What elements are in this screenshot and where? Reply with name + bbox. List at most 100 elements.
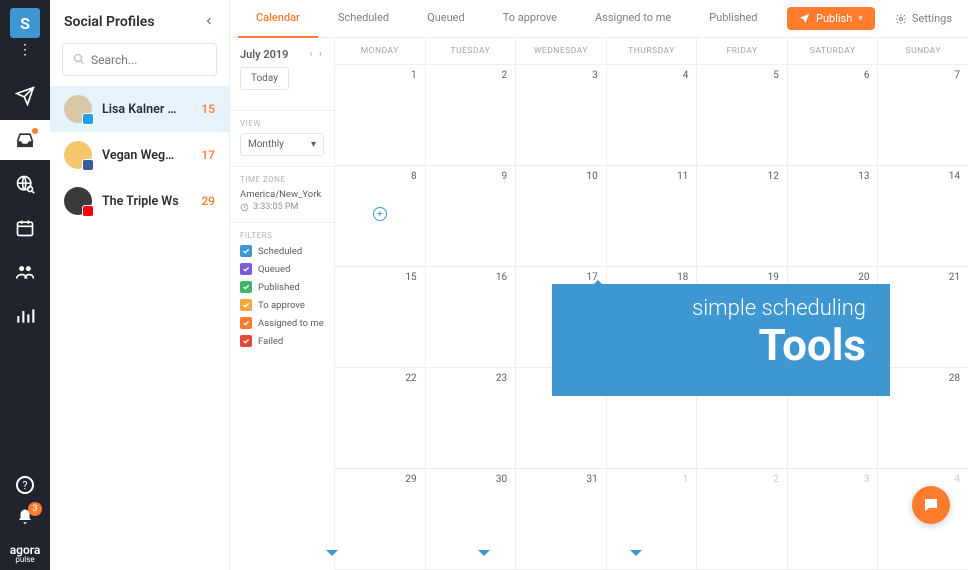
profiles-search[interactable] — [62, 43, 217, 76]
add-post-button[interactable]: + — [373, 207, 387, 221]
main-area: Calendar Scheduled Queued To approve Ass… — [230, 0, 968, 570]
filter-label: Scheduled — [258, 246, 302, 257]
rail-item-fans[interactable] — [0, 252, 50, 292]
filter-toggle[interactable]: Assigned to me — [240, 317, 324, 329]
tab-calendar[interactable]: Calendar — [238, 0, 318, 38]
calendar-day[interactable]: 24 — [516, 368, 607, 468]
calendar-day[interactable]: 20 — [788, 267, 879, 367]
notifications-button[interactable]: 3 — [16, 508, 34, 530]
calendar-day[interactable]: 15 — [335, 267, 426, 367]
day-number: 29 — [343, 474, 417, 485]
prev-month-button[interactable]: ‹ — [307, 49, 314, 60]
calendar-day[interactable]: 27 — [788, 368, 879, 468]
calendar-day[interactable]: 3 — [516, 65, 607, 165]
chat-launcher[interactable] — [912, 486, 950, 524]
day-header: THURSDAY — [607, 38, 698, 64]
filter-toggle[interactable]: To approve — [240, 299, 324, 311]
filter-toggle[interactable]: Failed — [240, 335, 324, 347]
day-number: 2 — [434, 70, 508, 81]
filter-toggle[interactable]: Scheduled — [240, 245, 324, 257]
profile-name: The Triple Ws — [102, 194, 191, 209]
calendar-day[interactable]: 29 — [335, 469, 426, 569]
day-number: 1 — [615, 474, 689, 485]
paper-plane-icon — [15, 86, 35, 106]
day-number: 13 — [796, 171, 870, 182]
collapse-panel-button[interactable] — [203, 12, 215, 31]
day-header: TUESDAY — [426, 38, 517, 64]
calendar-day[interactable]: 30 — [426, 469, 517, 569]
today-button[interactable]: Today — [240, 67, 289, 90]
chevron-down-icon: ▾ — [311, 139, 316, 150]
globe-search-icon — [15, 174, 35, 194]
calendar-day[interactable]: 31 — [516, 469, 607, 569]
app-logo[interactable]: S — [10, 8, 40, 38]
calendar-day[interactable]: 25 — [607, 368, 698, 468]
rail-item-calendar[interactable] — [0, 208, 50, 248]
day-number: 23 — [434, 373, 508, 384]
gear-icon — [895, 13, 907, 25]
calendar-day[interactable]: 3 — [788, 469, 879, 569]
filter-label: To approve — [258, 300, 305, 311]
rail-item-reports[interactable] — [0, 296, 50, 336]
tab-published[interactable]: Published — [691, 0, 775, 38]
month-label: July 2019 — [240, 48, 288, 61]
calendar-day[interactable]: 2 — [697, 469, 788, 569]
day-number: 4 — [615, 70, 689, 81]
filter-toggle[interactable]: Queued — [240, 263, 324, 275]
tab-to-approve[interactable]: To approve — [485, 0, 575, 38]
settings-button[interactable]: Settings — [887, 7, 960, 30]
calendar-day[interactable]: 2 — [426, 65, 517, 165]
calendar-day[interactable]: 19 — [697, 267, 788, 367]
day-number: 30 — [434, 474, 508, 485]
calendar-day[interactable]: 6 — [788, 65, 879, 165]
rail-item-listening[interactable] — [0, 164, 50, 204]
calendar-day[interactable]: 22 — [335, 368, 426, 468]
app-menu-icon[interactable]: ⋮ — [18, 42, 32, 58]
calendar-day[interactable]: 18 — [607, 267, 698, 367]
calendar-day[interactable]: 7 — [878, 65, 968, 165]
view-select[interactable]: Monthly ▾ — [240, 133, 324, 156]
tab-assigned[interactable]: Assigned to me — [577, 0, 689, 38]
brand-wordmark: agorapulse — [10, 544, 41, 564]
next-month-button[interactable]: › — [317, 49, 324, 60]
checkbox-icon — [240, 317, 252, 329]
calendar-day[interactable]: 1 — [335, 65, 426, 165]
day-header: WEDNESDAY — [516, 38, 607, 64]
calendar-day[interactable]: 28 — [878, 368, 968, 468]
calendar-day[interactable]: 13 — [788, 166, 879, 266]
calendar-day[interactable]: 14 — [878, 166, 968, 266]
notification-badge: 3 — [28, 502, 42, 516]
calendar-day[interactable]: 21 — [878, 267, 968, 367]
calendar-day[interactable]: 17 — [516, 267, 607, 367]
filter-toggle[interactable]: Published — [240, 281, 324, 293]
chevron-down-icon: ▾ — [858, 14, 863, 24]
calendar-day[interactable]: 11 — [607, 166, 698, 266]
calendar-day[interactable]: 1 — [607, 469, 698, 569]
calendar-day[interactable]: 26 — [697, 368, 788, 468]
calendar-day[interactable]: 8+ — [335, 166, 426, 266]
search-input[interactable] — [91, 53, 206, 67]
tab-queued[interactable]: Queued — [409, 0, 483, 38]
calendar-day[interactable]: 12 — [697, 166, 788, 266]
day-number: 15 — [343, 272, 417, 283]
calendar-day[interactable]: 16 — [426, 267, 517, 367]
rail-item-publishing[interactable] — [0, 120, 50, 160]
day-number: 3 — [524, 70, 598, 81]
calendar-day[interactable]: 9 — [426, 166, 517, 266]
rail-item-inbox[interactable] — [0, 76, 50, 116]
help-button[interactable]: ? — [16, 476, 34, 494]
publish-button[interactable]: Publish ▾ — [787, 7, 875, 30]
profile-item[interactable]: Lisa Kalner … 15 — [50, 86, 229, 132]
twitter-icon — [82, 113, 94, 125]
calendar-day[interactable]: 5 — [697, 65, 788, 165]
day-number: 1 — [343, 70, 417, 81]
day-number: 10 — [524, 171, 598, 182]
profile-item[interactable]: Vegan Weg… 17 — [50, 132, 229, 178]
calendar-day[interactable]: 4 — [607, 65, 698, 165]
profile-item[interactable]: The Triple Ws 29 — [50, 178, 229, 224]
calendar-day[interactable]: 10 — [516, 166, 607, 266]
nav-rail: S ⋮ ? 3 agorapulse — [0, 0, 50, 570]
day-number: 8 — [343, 171, 417, 182]
calendar-day[interactable]: 23 — [426, 368, 517, 468]
tab-scheduled[interactable]: Scheduled — [320, 0, 407, 38]
